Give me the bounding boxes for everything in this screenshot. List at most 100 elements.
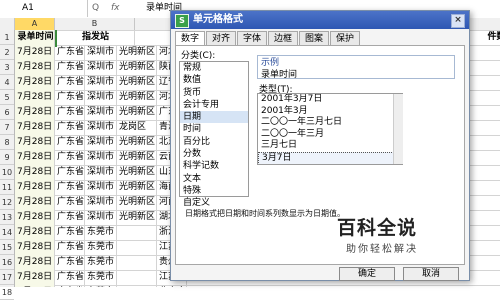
table-cell[interactable]: 广东省 (55, 90, 85, 105)
table-cell[interactable]: 广东省 (55, 180, 85, 195)
category-list[interactable]: 常规 数值 货币 会计专用 日期 时间 百分比 分数 科学记数 文本 特殊 自定义 (179, 61, 249, 208)
row-header[interactable]: 12 (0, 195, 14, 210)
table-cell[interactable]: 7月28日 (15, 105, 55, 120)
table-cell[interactable] (117, 270, 157, 285)
ok-button[interactable]: 确定 (339, 267, 395, 281)
table-cell[interactable]: 广东省 (55, 105, 85, 120)
table-cell[interactable]: 广东省 (55, 270, 85, 285)
table-cell[interactable]: 深圳市 (85, 90, 117, 105)
type-item[interactable]: 二〇〇一年三月七日 (258, 117, 402, 129)
type-item[interactable]: 二〇〇一年三月 (258, 129, 402, 141)
table-cell[interactable]: 深圳市 (85, 75, 117, 90)
row-header[interactable]: 6 (0, 105, 14, 120)
category-item[interactable]: 百分比 (180, 136, 248, 148)
table-cell[interactable] (117, 225, 157, 240)
table-cell[interactable]: 龙岗区 (117, 120, 157, 135)
table-cell[interactable]: 深圳市 (85, 105, 117, 120)
table-cell[interactable]: 东莞市 (85, 270, 117, 285)
table-cell[interactable]: 广东省 (55, 135, 85, 150)
table-cell[interactable]: 深圳市 (85, 120, 117, 135)
table-cell[interactable]: 光明新区 (117, 150, 157, 165)
table-cell[interactable]: 东莞市 (85, 225, 117, 240)
table-cell[interactable]: 深圳市 (85, 45, 117, 60)
table-cell[interactable]: 深圳市 (85, 210, 117, 225)
type-item[interactable]: 三月七日 (258, 140, 402, 152)
row-header[interactable]: 10 (0, 165, 14, 180)
row-header[interactable]: 14 (0, 225, 14, 240)
table-cell[interactable]: 广东省 (55, 195, 85, 210)
category-item[interactable]: 特殊 (180, 185, 248, 197)
cell-header-count[interactable]: 件数 (481, 30, 500, 45)
table-cell[interactable]: 广东省 (55, 240, 85, 255)
table-cell[interactable] (117, 240, 157, 255)
table-cell[interactable]: 深圳市 (85, 135, 117, 150)
table-cell[interactable]: 光明新区 (117, 45, 157, 60)
table-cell[interactable]: 广东省 (55, 60, 85, 75)
table-cell[interactable]: 7月28日 (15, 150, 55, 165)
table-cell[interactable]: 深圳市 (85, 150, 117, 165)
category-item[interactable]: 分数 (180, 148, 248, 160)
table-cell[interactable]: 7月28日 (15, 210, 55, 225)
table-cell[interactable]: 7月28日 (15, 195, 55, 210)
column-header-b[interactable]: B (55, 18, 135, 30)
category-item[interactable]: 文本 (180, 173, 248, 185)
category-item[interactable]: 日期 (180, 111, 248, 124)
table-cell[interactable]: 光明新区 (117, 210, 157, 225)
table-cell[interactable]: 深圳市 (85, 195, 117, 210)
table-cell[interactable]: 深圳市 (85, 60, 117, 75)
table-cell[interactable]: 广东省 (55, 45, 85, 60)
table-cell[interactable]: 光明新区 (117, 90, 157, 105)
table-cell[interactable]: 广东省 (55, 225, 85, 240)
table-cell[interactable]: 光明新区 (117, 165, 157, 180)
category-item[interactable]: 货币 (180, 87, 248, 99)
table-cell[interactable]: 光明新区 (117, 105, 157, 120)
row-header[interactable]: 11 (0, 180, 14, 195)
table-cell[interactable]: 光明新区 (117, 75, 157, 90)
row-header[interactable]: 3 (0, 60, 14, 75)
table-cell[interactable]: 7月28日 (15, 165, 55, 180)
table-cell[interactable]: 东莞市 (85, 255, 117, 270)
category-item[interactable]: 科学记数 (180, 160, 248, 172)
row-header[interactable]: 15 (0, 240, 14, 255)
table-cell[interactable]: 广东省 (55, 75, 85, 90)
table-cell[interactable]: 东莞市 (85, 240, 117, 255)
category-item[interactable]: 数值 (180, 74, 248, 86)
tab-border[interactable]: 边框 (268, 31, 298, 45)
table-cell[interactable]: 光明新区 (117, 195, 157, 210)
type-item[interactable]: 3月7日 (258, 151, 402, 164)
row-header[interactable]: 5 (0, 90, 14, 105)
table-cell[interactable]: 光明新区 (117, 180, 157, 195)
dialog-titlebar[interactable]: S 单元格格式 × (171, 11, 469, 29)
cell-header-a[interactable]: 录单时间 (15, 30, 57, 47)
row-header[interactable]: 13 (0, 210, 14, 225)
table-cell[interactable] (117, 255, 157, 270)
category-item[interactable]: 会计专用 (180, 99, 248, 111)
column-header-a[interactable]: A (15, 18, 55, 30)
table-cell[interactable]: 7月28日 (15, 225, 55, 240)
table-cell[interactable]: 7月28日 (15, 255, 55, 270)
table-cell[interactable]: 广东省 (55, 165, 85, 180)
select-all-corner[interactable] (0, 18, 15, 30)
table-cell[interactable]: 7月28日 (15, 270, 55, 285)
cancel-button[interactable]: 取消 (403, 267, 459, 281)
fx-icon[interactable]: fx (111, 3, 120, 13)
row-header[interactable]: 16 (0, 255, 14, 270)
tab-protection[interactable]: 保护 (330, 31, 360, 45)
table-cell[interactable]: 7月28日 (15, 90, 55, 105)
row-header[interactable]: 18 (0, 285, 14, 300)
row-header[interactable]: 2 (0, 45, 14, 60)
type-list[interactable]: 2001年3月7日 2001年3月 二〇〇一年三月七日 二〇〇一年三月 三月七日 3月7日… (257, 93, 403, 165)
table-cell[interactable]: 7月28日 (15, 240, 55, 255)
row-header[interactable]: 9 (0, 150, 14, 165)
row-header[interactable]: 7 (0, 120, 14, 135)
table-cell[interactable]: 广东省 (55, 150, 85, 165)
tab-alignment[interactable]: 对齐 (206, 31, 236, 45)
table-cell[interactable]: 7月28日 (15, 75, 55, 90)
table-cell[interactable]: 7月28日 (15, 180, 55, 195)
table-cell[interactable]: 光明新区 (117, 60, 157, 75)
table-cell[interactable]: 广东省 (55, 255, 85, 270)
tab-number[interactable]: 数字 (175, 31, 205, 46)
row-header[interactable]: 8 (0, 135, 14, 150)
category-item[interactable]: 常规 (180, 62, 248, 74)
table-cell[interactable]: 7月28日 (15, 135, 55, 150)
